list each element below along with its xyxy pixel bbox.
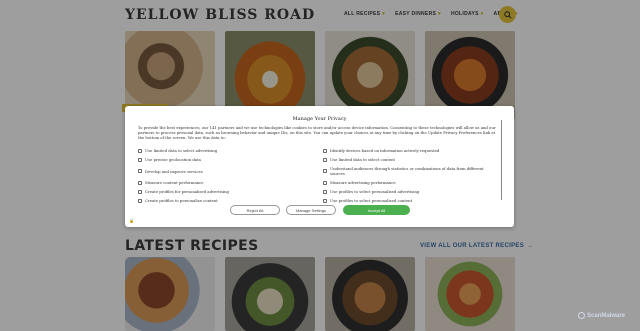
purpose-item: Use precise geolocation data bbox=[138, 157, 313, 162]
purpose-label: Understand audiences through statistics … bbox=[330, 166, 484, 177]
purpose-icon bbox=[323, 169, 327, 174]
purpose-item: Use limited data to select content bbox=[323, 157, 498, 162]
purpose-label: Use profiles to select personalised cont… bbox=[330, 198, 413, 204]
purpose-item: Measure advertising performance bbox=[323, 180, 498, 185]
purpose-icon bbox=[323, 198, 327, 203]
privacy-title: Manage Your Privacy bbox=[292, 116, 347, 122]
purpose-label: Use limited data to select advertising bbox=[145, 148, 218, 153]
purpose-label: Use profiles to select personalised adve… bbox=[330, 189, 420, 195]
purpose-item: Use profiles to select personalised cont… bbox=[323, 198, 498, 203]
purpose-label: Identify devices based on information ac… bbox=[330, 148, 440, 153]
purpose-label: Use precise geolocation data bbox=[145, 157, 201, 163]
privacy-modal: Manage Your Privacy To provide the best … bbox=[125, 106, 514, 227]
purpose-label: Measure advertising performance bbox=[330, 180, 396, 186]
purpose-icon bbox=[138, 198, 142, 203]
purpose-item: Use limited data to select advertising bbox=[138, 148, 313, 153]
purpose-item: Create profiles for personalised adverti… bbox=[138, 189, 313, 194]
purpose-label: Use limited data to select content bbox=[330, 157, 396, 163]
purpose-label: Create profiles for personalised adverti… bbox=[145, 189, 229, 195]
purpose-label: Create profiles to personalise content bbox=[145, 198, 218, 204]
purpose-item: Understand audiences through statistics … bbox=[323, 166, 498, 176]
privacy-provider-logo[interactable]: 🔒 bbox=[129, 218, 134, 223]
purpose-item: Identify devices based on information ac… bbox=[323, 148, 498, 153]
purpose-icon bbox=[138, 157, 142, 162]
watermark: ScanMalware bbox=[578, 312, 625, 319]
purpose-icon bbox=[138, 189, 142, 194]
watermark-shield-icon bbox=[578, 312, 585, 319]
purpose-item: Create profiles to personalise content bbox=[138, 198, 313, 203]
privacy-description: To provide the best experiences, our 141… bbox=[138, 125, 496, 140]
accept-all-button[interactable]: Accept All bbox=[343, 205, 410, 215]
purpose-label: Develop and improve services bbox=[145, 168, 203, 174]
purpose-icon bbox=[323, 148, 327, 153]
modal-scrollbar[interactable] bbox=[500, 120, 502, 200]
purpose-icon bbox=[138, 180, 142, 185]
purpose-item: Develop and improve services bbox=[138, 166, 313, 176]
purpose-icon bbox=[323, 189, 327, 194]
purpose-item: Measure content performance bbox=[138, 180, 313, 185]
purpose-icon bbox=[138, 169, 142, 174]
purpose-item: Use profiles to select personalised adve… bbox=[323, 189, 498, 194]
watermark-label: ScanMalware bbox=[587, 312, 626, 319]
privacy-purposes-list: Use limited data to select advertising I… bbox=[138, 148, 498, 203]
purpose-icon bbox=[138, 148, 142, 153]
purpose-icon bbox=[323, 157, 327, 162]
manage-settings-button[interactable]: Manage Settings bbox=[286, 205, 336, 215]
purpose-label: Measure content performance bbox=[145, 180, 204, 186]
reject-all-button[interactable]: Reject All bbox=[230, 205, 280, 215]
purpose-icon bbox=[323, 180, 327, 185]
